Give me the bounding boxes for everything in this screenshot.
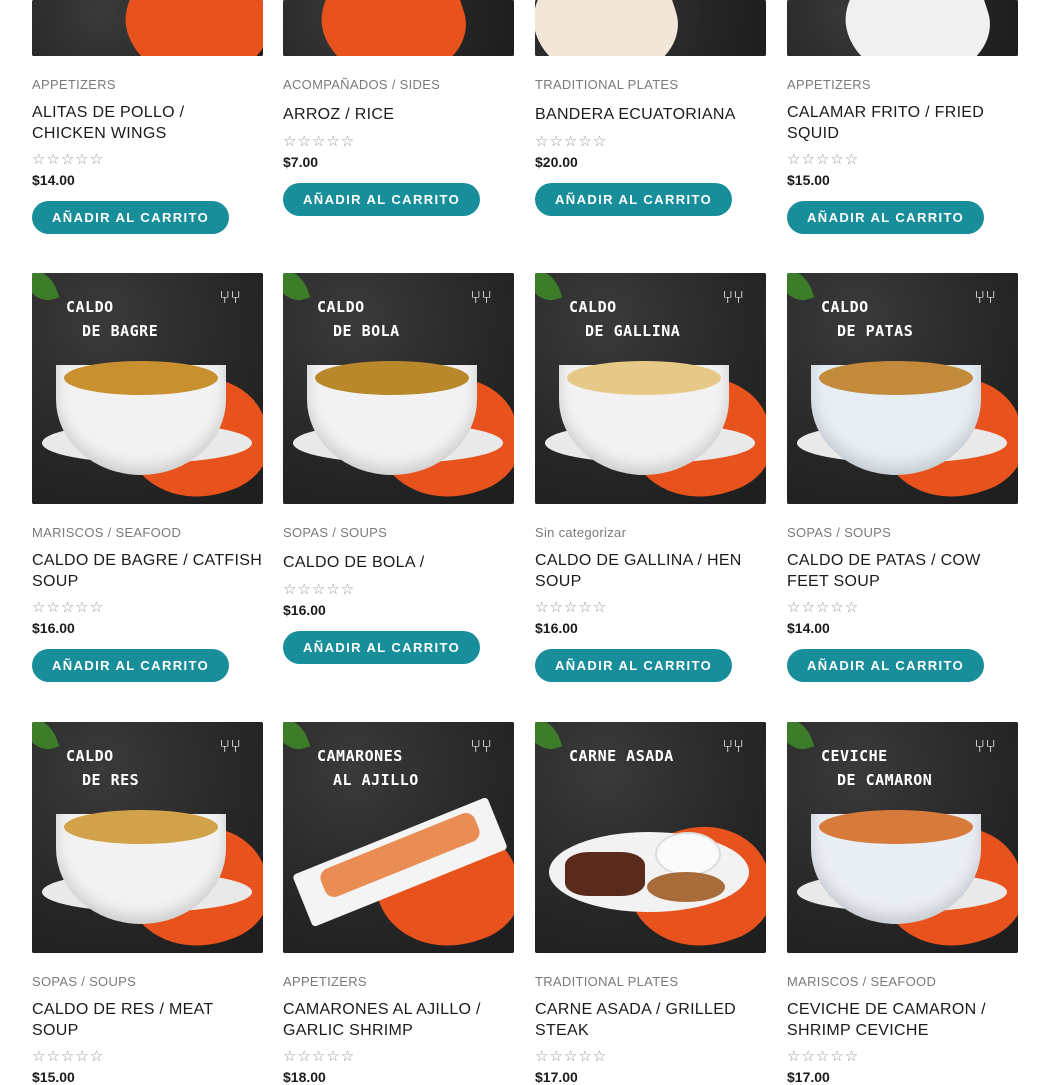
product-category[interactable]: MARISCOS / SEAFOOD (32, 525, 263, 541)
product-category[interactable]: Sin categorizar (535, 525, 766, 541)
star-rating-icon: ☆☆☆☆☆ (787, 150, 860, 168)
product-name[interactable]: BANDERA ECUATORIANA (535, 104, 766, 125)
product-card: CALDO DE RES ⑂⑂ SOPAS / SOUPS CALDO DE RE… (32, 722, 263, 1085)
product-name[interactable]: CALDO DE RES / MEAT SOUP (32, 999, 263, 1041)
product-name[interactable]: CALDO DE PATAS / COW FEET SOUP (787, 550, 1018, 592)
star-rating-icon: ☆☆☆☆☆ (283, 132, 356, 150)
add-to-cart-button[interactable]: AÑADIR AL CARRITO (787, 649, 985, 682)
product-category[interactable]: SOPAS / SOUPS (32, 974, 263, 990)
product-image[interactable]: CALDO DE BOLA ⑂⑂ (283, 273, 514, 504)
product-name[interactable]: CALDO DE BAGRE / CATFISH SOUP (32, 550, 263, 592)
product-price: $16.00 (32, 620, 75, 636)
product-price: $20.00 (535, 154, 578, 170)
star-rating-icon: ☆☆☆☆☆ (32, 150, 105, 168)
add-to-cart-button[interactable]: AÑADIR AL CARRITO (535, 649, 733, 682)
star-rating-icon: ☆☆☆☆☆ (535, 598, 608, 616)
product-card: CALDO DE PATAS ⑂⑂ SOPAS / SOUPS CALDO DE … (787, 273, 1018, 682)
product-image[interactable] (283, 0, 514, 56)
product-image[interactable] (32, 0, 263, 56)
product-image[interactable] (535, 0, 766, 56)
star-rating-icon: ☆☆☆☆☆ (32, 1047, 105, 1065)
add-to-cart-button[interactable]: AÑADIR AL CARRITO (32, 201, 230, 234)
product-image[interactable]: CALDO DE GALLINA ⑂⑂ (535, 273, 766, 504)
product-image[interactable] (787, 0, 1018, 56)
star-rating-icon: ☆☆☆☆☆ (283, 1047, 356, 1065)
cutlery-icon: ⑂⑂ (470, 287, 492, 308)
product-card: CARNE ASADA ⑂⑂ TRADITIONAL PLATES CARNE … (535, 722, 766, 1085)
product-image[interactable]: CALDO DE BAGRE ⑂⑂ (32, 273, 263, 504)
product-image[interactable]: CALDO DE PATAS ⑂⑂ (787, 273, 1018, 504)
product-price: $14.00 (32, 172, 75, 188)
cutlery-icon: ⑂⑂ (722, 736, 744, 757)
star-rating-icon: ☆☆☆☆☆ (535, 1047, 608, 1065)
product-name[interactable]: ARROZ / RICE (283, 104, 514, 125)
product-card: CALDO DE GALLINA ⑂⑂ Sin categorizar CALDO… (535, 273, 766, 682)
product-category[interactable]: TRADITIONAL PLATES (535, 77, 766, 93)
product-card: CALDO DE BOLA ⑂⑂ SOPAS / SOUPS CALDO DE B… (283, 273, 514, 664)
product-image[interactable]: CEVICHE DE CAMARON ⑂⑂ (787, 722, 1018, 953)
add-to-cart-button[interactable]: AÑADIR AL CARRITO (787, 201, 985, 234)
product-card: APPETIZERS CALAMAR FRITO / FRIED SQUID ☆… (787, 0, 1018, 234)
add-to-cart-button[interactable]: AÑADIR AL CARRITO (32, 649, 230, 682)
product-category[interactable]: APPETIZERS (32, 77, 263, 93)
product-name[interactable]: CALDO DE BOLA / (283, 552, 514, 573)
cutlery-icon: ⑂⑂ (470, 736, 492, 757)
product-name[interactable]: CEVICHE DE CAMARON / SHRIMP CEVICHE (787, 999, 1018, 1041)
product-name[interactable]: CAMARONES AL AJILLO / GARLIC SHRIMP (283, 999, 514, 1041)
product-price: $7.00 (283, 154, 319, 170)
add-to-cart-button[interactable]: AÑADIR AL CARRITO (535, 183, 733, 216)
add-to-cart-button[interactable]: AÑADIR AL CARRITO (283, 631, 481, 664)
product-name[interactable]: CALDO DE GALLINA / HEN SOUP (535, 550, 766, 592)
star-rating-icon: ☆☆☆☆☆ (32, 598, 105, 616)
product-name[interactable]: ALITAS DE POLLO / CHICKEN WINGS (32, 102, 263, 144)
product-image[interactable]: CAMARONES AL AJILLO ⑂⑂ (283, 722, 514, 953)
cutlery-icon: ⑂⑂ (219, 736, 241, 757)
product-card: TRADITIONAL PLATES BANDERA ECUATORIANA ☆… (535, 0, 766, 216)
cutlery-icon: ⑂⑂ (219, 287, 241, 308)
product-category[interactable]: SOPAS / SOUPS (787, 525, 1018, 541)
product-category[interactable]: SOPAS / SOUPS (283, 525, 514, 541)
product-card: APPETIZERS ALITAS DE POLLO / CHICKEN WIN… (32, 0, 263, 234)
product-category[interactable]: ACOMPAÑADOS / SIDES (283, 77, 514, 93)
star-rating-icon: ☆☆☆☆☆ (535, 132, 608, 150)
product-price: $14.00 (787, 620, 830, 636)
product-category[interactable]: APPETIZERS (283, 974, 514, 990)
product-name[interactable]: CALAMAR FRITO / FRIED SQUID (787, 102, 1018, 144)
product-price: $16.00 (283, 602, 326, 618)
product-category[interactable]: TRADITIONAL PLATES (535, 974, 766, 990)
product-price: $15.00 (787, 172, 830, 188)
star-rating-icon: ☆☆☆☆☆ (283, 580, 356, 598)
product-image[interactable]: CARNE ASADA ⑂⑂ (535, 722, 766, 953)
add-to-cart-button[interactable]: AÑADIR AL CARRITO (283, 183, 481, 216)
product-card: ACOMPAÑADOS / SIDES ARROZ / RICE ☆☆☆☆☆ $… (283, 0, 514, 216)
product-card: CAMARONES AL AJILLO ⑂⑂ APPETIZERS CAMARON… (283, 722, 514, 1085)
cutlery-icon: ⑂⑂ (974, 287, 996, 308)
star-rating-icon: ☆☆☆☆☆ (787, 598, 860, 616)
star-rating-icon: ☆☆☆☆☆ (787, 1047, 860, 1065)
product-category[interactable]: APPETIZERS (787, 77, 1018, 93)
product-price: $16.00 (535, 620, 578, 636)
product-name[interactable]: CARNE ASADA / GRILLED STEAK (535, 999, 766, 1041)
product-card: CALDO DE BAGRE ⑂⑂ MARISCOS / SEAFOOD CALD… (32, 273, 263, 682)
product-image[interactable]: CALDO DE RES ⑂⑂ (32, 722, 263, 953)
product-card: CEVICHE DE CAMARON ⑂⑂ MARISCOS / SEAFOOD … (787, 722, 1018, 1085)
product-category[interactable]: MARISCOS / SEAFOOD (787, 974, 1018, 990)
cutlery-icon: ⑂⑂ (722, 287, 744, 308)
cutlery-icon: ⑂⑂ (974, 736, 996, 757)
